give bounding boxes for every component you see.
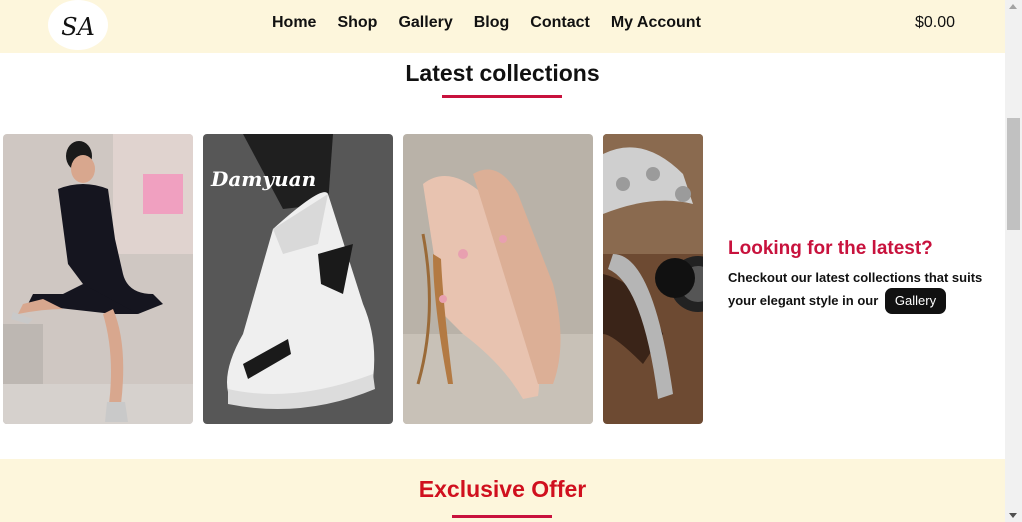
nav-home[interactable]: Home	[272, 13, 316, 33]
latest-collections-title: Latest collections	[405, 60, 600, 86]
dress-image	[3, 134, 193, 424]
offer-title-underline	[452, 515, 552, 518]
promo-text-block: Checkout our latest collections that sui…	[728, 268, 998, 314]
nav-contact[interactable]: Contact	[530, 13, 590, 33]
collection-card-heel[interactable]	[403, 134, 593, 424]
logo-text: SA	[61, 13, 95, 41]
scroll-thumb[interactable]	[1007, 118, 1020, 230]
carousel-handle[interactable]	[655, 258, 695, 298]
nav-my-account[interactable]: My Account	[611, 13, 701, 33]
heel-image	[403, 134, 593, 424]
logo-icon: SA	[61, 13, 95, 41]
nav-shop[interactable]: Shop	[337, 13, 377, 33]
sneaker-brand-text: Damyuan	[210, 167, 316, 191]
page-scrollbar[interactable]	[1005, 0, 1022, 522]
nav-blog[interactable]: Blog	[474, 13, 510, 33]
cart-total[interactable]: $0.00	[915, 14, 955, 32]
scroll-down-arrow-icon[interactable]	[1009, 513, 1017, 518]
gallery-button[interactable]: Gallery	[884, 288, 947, 314]
title-underline	[442, 95, 562, 98]
logo[interactable]: SA	[48, 0, 108, 50]
nav-gallery[interactable]: Gallery	[398, 13, 452, 33]
site-header: SA Home Shop Gallery Blog Contact My Acc…	[0, 0, 1005, 53]
scroll-up-arrow-icon[interactable]	[1009, 4, 1017, 9]
collection-card-sneaker[interactable]: Damyuan	[203, 134, 393, 424]
exclusive-offer-title: Exclusive Offer	[418, 476, 587, 502]
collection-card-dress[interactable]	[3, 134, 193, 424]
promo-heading: Looking for the latest?	[728, 238, 933, 259]
sneaker-image: Damyuan	[203, 134, 393, 424]
main-nav: Home Shop Gallery Blog Contact My Accoun…	[272, 13, 722, 33]
